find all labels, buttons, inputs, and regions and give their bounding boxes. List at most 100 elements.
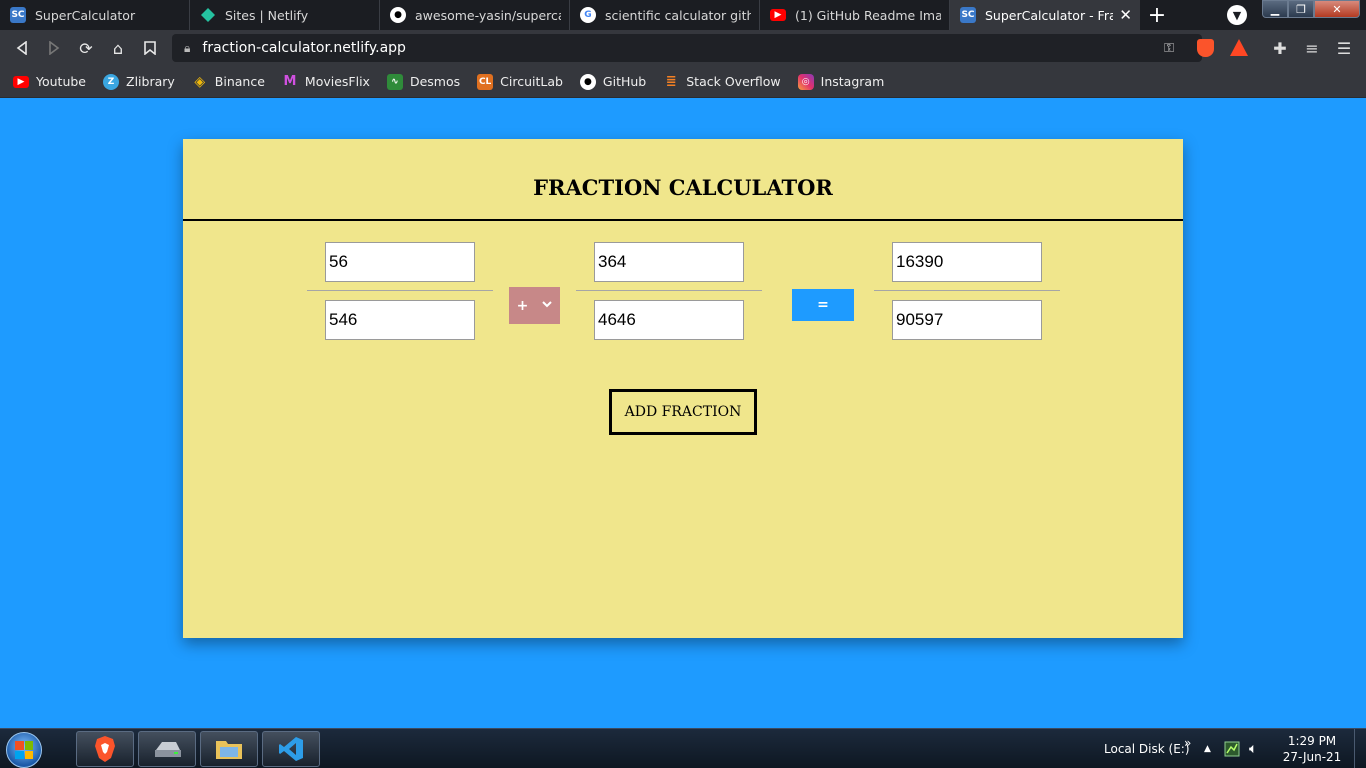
operator-value: + (516, 297, 529, 314)
equals-button[interactable]: = (792, 289, 854, 321)
lock-icon: 🔒︎ (184, 40, 191, 55)
bookmark-label: GitHub (602, 74, 647, 89)
reload-icon[interactable]: ⟳ (70, 30, 102, 66)
tab-title: (1) GitHub Readme Images T (795, 7, 941, 23)
sc-icon: SC (10, 7, 26, 23)
operator-select[interactable]: + (509, 287, 560, 324)
circuitlab-icon: CL (477, 73, 494, 90)
drive-toolbar[interactable]: Local Disk (E:) (1104, 729, 1190, 768)
drive-icon (155, 742, 181, 757)
bookmark-youtube[interactable]: ▶ Youtube (13, 74, 86, 89)
bookmark-icon[interactable] (134, 30, 166, 66)
key-icon[interactable]: ⚿ (1164, 41, 1174, 56)
window-close-icon[interactable]: ✕ (1314, 0, 1360, 18)
url-text: fraction-calculator.netlify.app (202, 40, 406, 56)
taskbar: Local Disk (E:) » ▲ 🔈︎ 1:29 PM 27-Jun-21 (0, 728, 1366, 768)
bookmark-label: Binance (214, 74, 265, 89)
tab-fraction-calculator[interactable]: SC SuperCalculator - Fractio ✕ (950, 0, 1140, 30)
fraction-1-bar (307, 290, 493, 291)
bookmark-label: MoviesFlix (304, 74, 370, 89)
folder-icon (216, 741, 242, 759)
start-button[interactable] (6, 732, 42, 768)
fraction-1-denominator-input[interactable] (325, 300, 475, 340)
result-bar (874, 290, 1060, 291)
brave-rewards-icon[interactable] (1230, 39, 1248, 56)
desmos-icon: ∿ (386, 73, 403, 90)
minimize-icon[interactable]: ▁ (1262, 0, 1288, 18)
clock-date: 27-Jun-21 (1282, 750, 1342, 764)
result-denominator-input[interactable] (892, 300, 1042, 340)
forward-icon[interactable] (38, 30, 70, 66)
bookmark-circuitlab[interactable]: CL CircuitLab (477, 73, 563, 90)
bookmark-stackoverflow[interactable]: ≣ Stack Overflow (663, 74, 781, 90)
bookmark-label: Desmos (409, 74, 461, 89)
new-tab-button[interactable]: + (1140, 0, 1174, 30)
show-desktop-button[interactable] (1354, 729, 1366, 768)
tab-search-icon[interactable]: ▼ (1227, 5, 1247, 25)
bookmark-desmos[interactable]: ∿ Desmos (386, 73, 461, 90)
close-tab-icon[interactable]: ✕ (1119, 6, 1132, 24)
tab-title: awesome-yasin/supercalculat (415, 7, 561, 23)
fraction-2-numerator-input[interactable] (594, 242, 744, 282)
toolbar-overflow[interactable]: » (1184, 723, 1191, 763)
tab-strip: SC SuperCalculator Sites | Netlify ● awe… (0, 0, 1366, 30)
volume-icon[interactable]: 🔈︎ (1249, 729, 1257, 768)
tab-title: Sites | Netlify (225, 7, 309, 23)
result-numerator-input[interactable] (892, 242, 1042, 282)
browser-toolbar: ⟳ ⌂ 🔒︎ fraction-calculator.netlify.app ⚿… (0, 30, 1366, 66)
bookmarks-bar: ▶ Youtube Z Zlibrary ◈ Binance M MoviesFlix … (0, 66, 1366, 98)
home-icon[interactable]: ⌂ (102, 30, 134, 66)
fraction-1-numerator-input[interactable] (325, 242, 475, 282)
tray-up-arrow-icon[interactable]: ▲ (1204, 729, 1211, 768)
bookmark-instagram[interactable]: ◎ Instagram (797, 73, 885, 90)
fraction-2-denominator-input[interactable] (594, 300, 744, 340)
brave-shields-icon[interactable] (1197, 39, 1214, 57)
extensions-icon[interactable]: ✚ (1264, 30, 1296, 66)
taskbar-vscode[interactable] (262, 731, 320, 767)
bookmark-zlibrary[interactable]: Z Zlibrary (103, 73, 175, 90)
tab-supercalculator[interactable]: SC SuperCalculator (0, 0, 190, 30)
tab-netlify[interactable]: Sites | Netlify (190, 0, 380, 30)
media-icon[interactable]: ≡ (1296, 30, 1328, 66)
page-title: FRACTION CALCULATOR (533, 175, 833, 200)
taskbar-explorer[interactable] (200, 731, 258, 767)
netlify-icon (200, 7, 216, 23)
chevron-down-icon (542, 300, 553, 311)
bookmark-label: CircuitLab (500, 74, 563, 89)
tab-title: SuperCalculator - Fractio (985, 7, 1114, 23)
taskbar-clock[interactable]: 1:29 PM 27-Jun-21 (1280, 733, 1344, 765)
bookmark-github[interactable]: ● GitHub (579, 73, 647, 90)
clock-time: 1:29 PM (1287, 734, 1337, 748)
youtube-icon: ▶ (13, 75, 29, 88)
tab-youtube[interactable]: ▶ (1) GitHub Readme Images T (760, 0, 950, 30)
bookmark-moviesflix[interactable]: M MoviesFlix (282, 74, 370, 90)
github-icon: ● (390, 7, 406, 23)
address-bar[interactable]: 🔒︎ fraction-calculator.netlify.app ⚿ (172, 34, 1202, 62)
bookmark-label: Instagram (820, 74, 885, 89)
tab-title: SuperCalculator (35, 7, 136, 23)
windows-logo-icon (15, 741, 33, 759)
stackoverflow-icon: ≣ (665, 74, 677, 89)
menu-icon[interactable]: ☰ (1328, 30, 1360, 66)
calculator-card: FRACTION CALCULATOR + = ADD FRACTION (183, 139, 1183, 638)
fraction-2-bar (576, 290, 762, 291)
binance-icon: ◈ (194, 73, 206, 90)
taskbar-drive[interactable] (138, 731, 196, 767)
taskbar-brave[interactable] (76, 731, 134, 767)
add-fraction-button[interactable]: ADD FRACTION (609, 389, 757, 435)
tab-github-repo[interactable]: ● awesome-yasin/supercalculat (380, 0, 570, 30)
google-icon: G (580, 7, 596, 23)
zlibrary-icon: Z (103, 73, 119, 90)
drive-label: Local Disk (E:) (1104, 742, 1190, 756)
moviesflix-icon: M (283, 74, 297, 89)
github-icon: ● (579, 73, 596, 90)
bookmark-label: Zlibrary (126, 74, 175, 89)
title-divider (183, 219, 1183, 221)
maximize-icon[interactable]: ❐ (1288, 0, 1314, 18)
instagram-icon: ◎ (797, 73, 814, 90)
tab-google-search[interactable]: G scientific calculator github - ( (570, 0, 760, 30)
back-icon[interactable] (6, 30, 38, 66)
network-icon[interactable] (1224, 729, 1240, 768)
vscode-icon (279, 737, 303, 761)
bookmark-binance[interactable]: ◈ Binance (192, 74, 265, 90)
